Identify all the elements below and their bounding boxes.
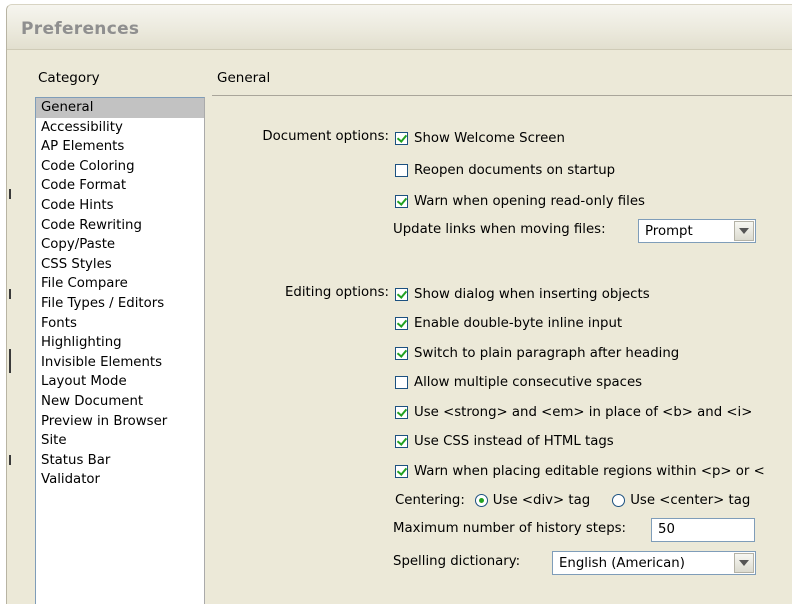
warn-editable-option[interactable]: Warn when placing editable regions withi…	[395, 461, 765, 481]
warn-readonly-checkbox[interactable]	[395, 194, 408, 208]
category-item[interactable]: Layout Mode	[36, 372, 204, 392]
warn-readonly-label: Warn when opening read-only files	[414, 193, 645, 209]
centering-div-label: Use <div> tag	[492, 492, 591, 508]
window-title: Preferences	[21, 19, 140, 39]
category-item[interactable]: Highlighting	[36, 333, 204, 353]
spelling-dictionary-label: Spelling dictionary:	[393, 554, 521, 569]
plain-paragraph-checkbox[interactable]	[395, 346, 408, 360]
edge-mark	[9, 189, 11, 199]
update-links-label: Update links when moving files:	[393, 222, 606, 237]
category-item[interactable]: CSS Styles	[36, 255, 204, 275]
title-bar[interactable]: Preferences	[7, 5, 792, 50]
category-item[interactable]: Preview in Browser	[36, 412, 204, 432]
category-item[interactable]: Accessibility	[36, 118, 204, 138]
show-welcome-label: Show Welcome Screen	[414, 130, 565, 146]
centering-row: Centering: Use <div> tag Use <center> ta…	[395, 490, 750, 510]
category-item[interactable]: AP Elements	[36, 137, 204, 157]
use-css-label: Use CSS instead of HTML tags	[414, 433, 614, 449]
category-item[interactable]: New Document	[36, 392, 204, 412]
show-welcome-checkbox[interactable]	[395, 131, 408, 145]
edge-mark	[9, 455, 11, 465]
document-options-label: Document options:	[262, 129, 389, 144]
centering-div-radio[interactable]	[474, 493, 488, 507]
centering-center-radio[interactable]	[612, 493, 626, 507]
double-byte-checkbox[interactable]	[395, 316, 408, 330]
multiple-spaces-option[interactable]: Allow multiple consecutive spaces	[395, 372, 642, 392]
plain-paragraph-option[interactable]: Switch to plain paragraph after heading	[395, 343, 679, 363]
show-welcome-option[interactable]: Show Welcome Screen	[395, 128, 565, 148]
warn-editable-checkbox[interactable]	[395, 464, 408, 478]
plain-paragraph-label: Switch to plain paragraph after heading	[414, 345, 680, 361]
category-item[interactable]: General	[36, 98, 204, 118]
category-item[interactable]: Validator	[36, 470, 204, 490]
chevron-down-icon[interactable]	[734, 553, 754, 573]
show-dialog-checkbox[interactable]	[395, 287, 408, 301]
editing-options-label: Editing options:	[285, 285, 389, 300]
header-divider	[212, 95, 792, 96]
use-css-option[interactable]: Use CSS instead of HTML tags	[395, 431, 614, 451]
history-steps-label: Maximum number of history steps:	[393, 521, 627, 536]
update-links-select[interactable]: Prompt	[638, 219, 756, 243]
history-steps-input[interactable]: 50	[651, 518, 755, 542]
chevron-down-icon[interactable]	[734, 221, 754, 241]
double-byte-label: Enable double-byte inline input	[414, 315, 623, 331]
category-item[interactable]: Invisible Elements	[36, 353, 204, 373]
section-header: General	[217, 70, 271, 86]
category-item[interactable]: Code Hints	[36, 196, 204, 216]
update-links-value: Prompt	[645, 223, 693, 239]
category-item[interactable]: Site	[36, 431, 204, 451]
category-header: Category	[38, 70, 100, 86]
category-list[interactable]: General Accessibility AP Elements Code C…	[35, 97, 205, 604]
strong-em-label: Use <strong> and <em> in place of <b> an…	[414, 404, 753, 420]
centering-center-label: Use <center> tag	[630, 492, 751, 508]
strong-em-checkbox[interactable]	[395, 405, 408, 419]
reopen-documents-checkbox[interactable]	[395, 163, 408, 177]
category-item[interactable]: File Types / Editors	[36, 294, 204, 314]
category-item[interactable]: Code Rewriting	[36, 216, 204, 236]
reopen-documents-option[interactable]: Reopen documents on startup	[395, 160, 615, 180]
category-item[interactable]: Copy/Paste	[36, 235, 204, 255]
category-item[interactable]: File Compare	[36, 274, 204, 294]
strong-em-option[interactable]: Use <strong> and <em> in place of <b> an…	[395, 402, 752, 422]
edge-mark	[9, 289, 11, 299]
category-item[interactable]: Status Bar	[36, 451, 204, 471]
category-item[interactable]: Fonts	[36, 314, 204, 334]
left-edge	[9, 65, 13, 604]
edge-mark	[9, 349, 11, 373]
centering-label: Centering:	[395, 492, 465, 508]
spelling-dictionary-select[interactable]: English (American)	[552, 551, 756, 575]
category-item[interactable]: Code Format	[36, 176, 204, 196]
warn-editable-label: Warn when placing editable regions withi…	[414, 463, 765, 479]
double-byte-option[interactable]: Enable double-byte inline input	[395, 313, 622, 333]
reopen-documents-label: Reopen documents on startup	[414, 162, 616, 178]
spelling-dictionary-value: English (American)	[559, 555, 685, 571]
multiple-spaces-checkbox[interactable]	[395, 375, 408, 389]
show-dialog-label: Show dialog when inserting objects	[414, 286, 650, 302]
preferences-window: Preferences Category General General Acc…	[6, 4, 792, 604]
category-item[interactable]: Code Coloring	[36, 157, 204, 177]
show-dialog-option[interactable]: Show dialog when inserting objects	[395, 284, 650, 304]
multiple-spaces-label: Allow multiple consecutive spaces	[414, 374, 643, 390]
warn-readonly-option[interactable]: Warn when opening read-only files	[395, 191, 645, 211]
use-css-checkbox[interactable]	[395, 434, 408, 448]
